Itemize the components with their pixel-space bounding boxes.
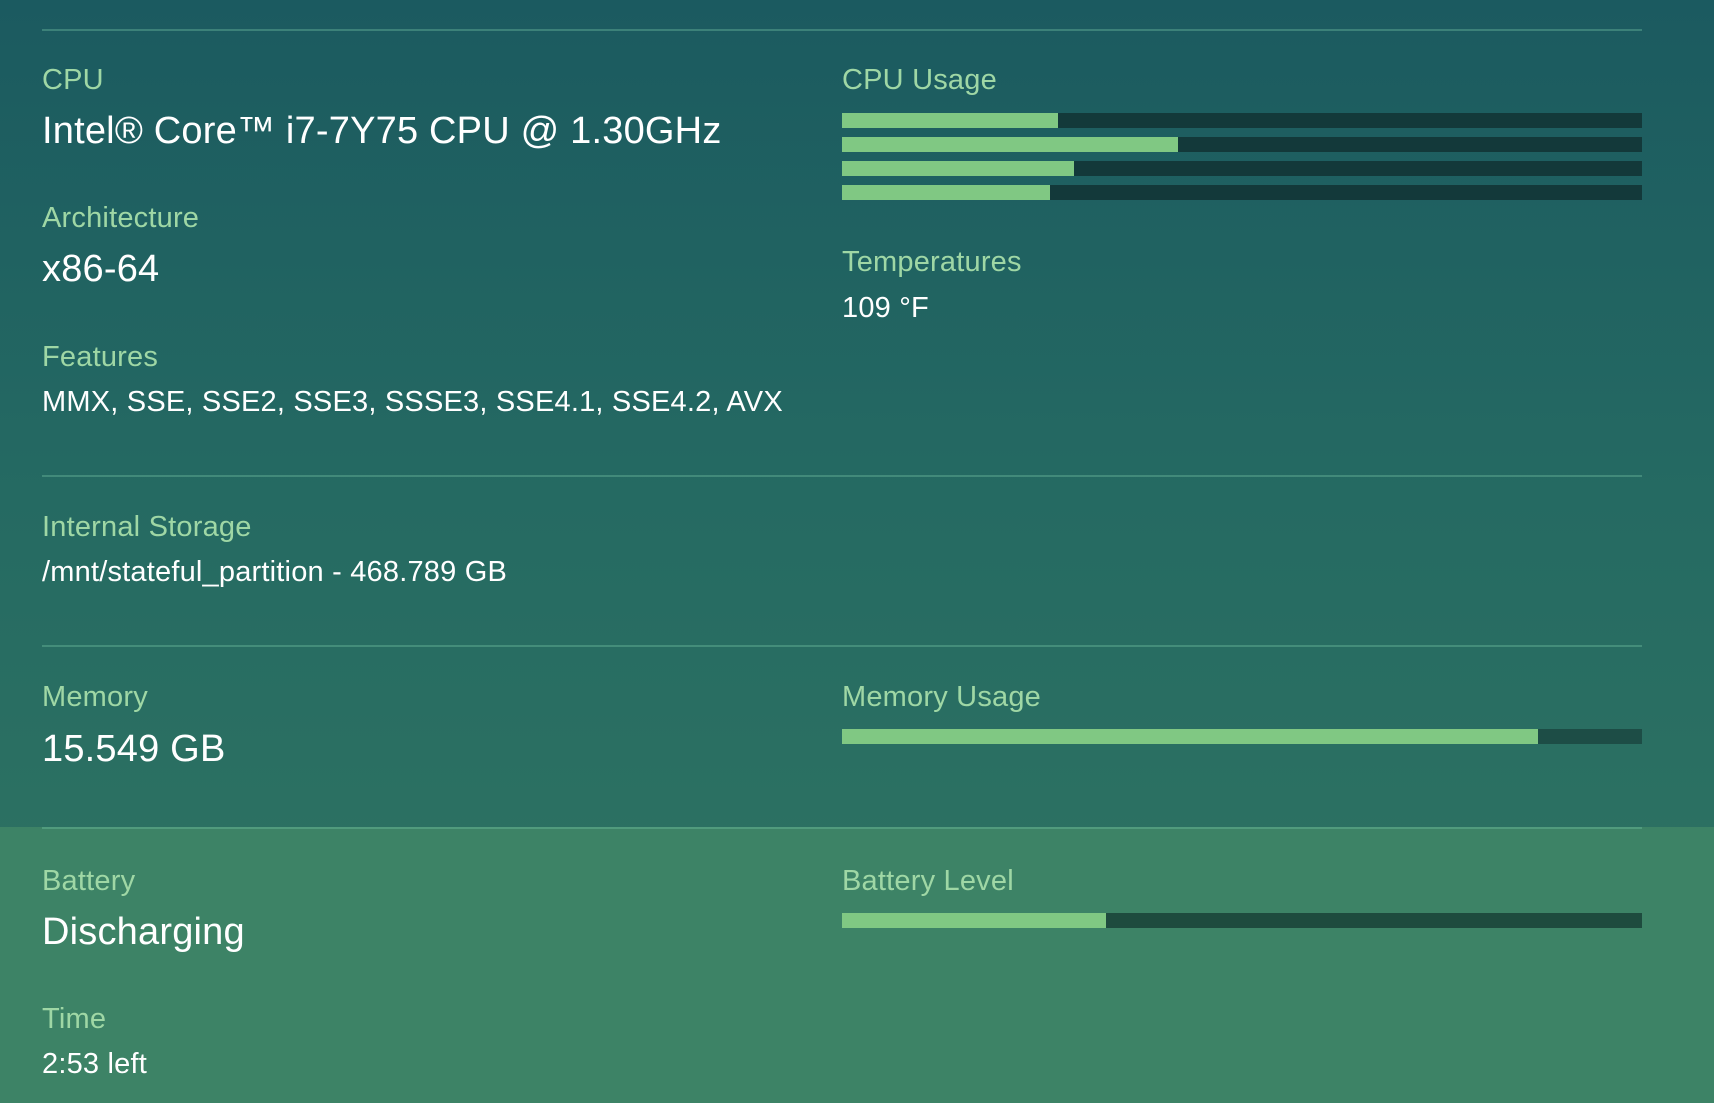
features-value: MMX, SSE, SSE2, SSE3, SSSE3, SSE4.1, SSE…: [42, 386, 783, 418]
battery-divider: [42, 827, 1642, 829]
cpu-core-usage-bar: [842, 161, 1642, 176]
battery-status: Discharging: [42, 911, 245, 953]
memory-usage-fill: [842, 729, 1538, 744]
memory-usage-bar: [842, 729, 1642, 744]
cpu-core-usage-bar: [842, 137, 1642, 152]
battery-level-fill: [842, 913, 1106, 928]
cpu-core-usage-bar: [842, 113, 1642, 128]
architecture-value: x86-64: [42, 248, 160, 290]
memory-value: 15.549 GB: [42, 728, 226, 770]
cpu-core-usage-fill: [842, 137, 1178, 152]
temperature-value: 109 °F: [842, 292, 929, 324]
temperatures-label: Temperatures: [842, 246, 1022, 278]
cpu-core-usage-fill: [842, 185, 1050, 200]
battery-level-bar: [842, 913, 1642, 928]
battery-time-label: Time: [42, 1003, 107, 1035]
storage-value: /mnt/stateful_partition - 468.789 GB: [42, 556, 508, 588]
architecture-label: Architecture: [42, 202, 200, 234]
cpu-model: Intel® Core™ i7-7Y75 CPU @ 1.30GHz: [42, 110, 722, 152]
cpu-core-usage-fill: [842, 113, 1058, 128]
storage-divider: [42, 475, 1642, 477]
cpu-label: CPU: [42, 64, 104, 96]
memory-label: Memory: [42, 681, 148, 713]
battery-level-label: Battery Level: [842, 865, 1014, 897]
storage-label: Internal Storage: [42, 511, 252, 543]
top-divider: [42, 29, 1642, 31]
cpu-usage-label: CPU Usage: [842, 64, 997, 96]
battery-label: Battery: [42, 865, 136, 897]
cpu-core-usage-bar: [842, 185, 1642, 200]
cpu-core-usage-fill: [842, 161, 1074, 176]
battery-time-value: 2:53 left: [42, 1048, 147, 1080]
memory-usage-label: Memory Usage: [842, 681, 1042, 713]
memory-divider: [42, 645, 1642, 647]
features-label: Features: [42, 341, 159, 373]
